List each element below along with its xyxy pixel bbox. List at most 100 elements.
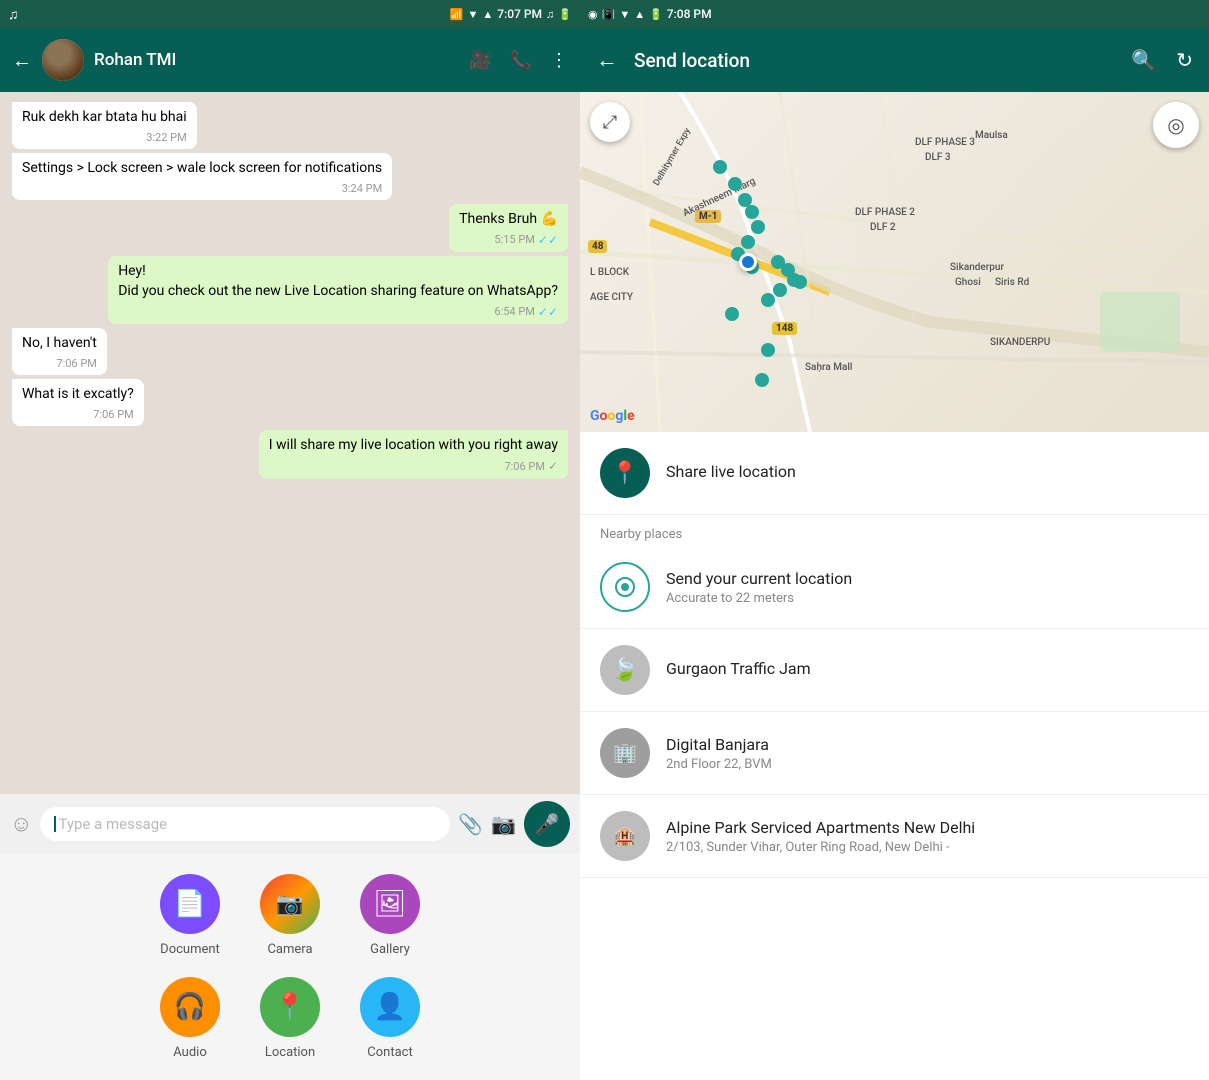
location-back-button[interactable]: ← xyxy=(596,47,618,73)
place-1-name: Gurgaon Traffic Jam xyxy=(666,659,1189,678)
place-2-name: Digital Banjara xyxy=(666,735,1189,754)
attach-button[interactable]: 📎 xyxy=(458,812,483,836)
attach-row-2: 🎧 Audio 📍 Location 👤 Contact xyxy=(160,977,420,1060)
location-title: Send location xyxy=(634,49,1115,72)
message-3-text: Thenks Bruh 💪 xyxy=(459,211,558,227)
map-label-maulsa: Maulsa xyxy=(975,130,1008,141)
document-icon-circle: 📄 xyxy=(160,874,220,934)
attach-menu: 📄 Document 📷 Camera 🖼 Gallery xyxy=(0,854,580,1080)
message-7-time: 7:06 PM xyxy=(504,459,544,474)
gallery-icon-circle: 🖼 xyxy=(360,874,420,934)
map-marker-6 xyxy=(741,235,755,249)
document-label: Document xyxy=(160,942,220,957)
map-marker-5 xyxy=(751,220,765,234)
message-input[interactable]: Type a message xyxy=(40,807,450,841)
message-4: Hey!Did you check out the new Live Locat… xyxy=(108,256,568,324)
audio-icon-circle: 🎧 xyxy=(160,977,220,1037)
message-6-time: 7:06 PM xyxy=(93,407,133,422)
contact-name[interactable]: Rohan TMI xyxy=(94,50,459,70)
location-search-icon[interactable]: 🔍 xyxy=(1131,48,1156,72)
location-refresh-icon[interactable]: ↻ xyxy=(1176,48,1193,72)
contact-icon-circle: 👤 xyxy=(360,977,420,1037)
message-3-time: 5:15 PM xyxy=(494,232,534,247)
map-label-sikanderpu: SIKANDERPU xyxy=(990,337,1050,348)
right-wifi-icon: ▼ xyxy=(619,8,630,21)
location-label: Location xyxy=(265,1045,315,1060)
road-badge-148: 148 xyxy=(772,322,797,335)
map-label-ghosi: Ghosi xyxy=(955,277,981,288)
chat-back-button[interactable]: ← xyxy=(12,48,32,73)
place-1-item[interactable]: 🍃 Gurgaon Traffic Jam xyxy=(580,629,1209,712)
contact-icon: 👤 xyxy=(374,992,406,1022)
map-label-siris: Siris Rd xyxy=(995,277,1029,288)
attach-row-1: 📄 Document 📷 Camera 🖼 Gallery xyxy=(160,874,420,957)
share-live-location-item[interactable]: 📍 Share live location xyxy=(580,432,1209,515)
attach-contact[interactable]: 👤 Contact xyxy=(360,977,420,1060)
map-marker-13 xyxy=(761,293,775,307)
place-3-icon: 🏨 xyxy=(614,826,636,847)
map-background: DLF PHASE 3 DLF 3 DLF PHASE 2 DLF 2 Sika… xyxy=(580,92,1209,432)
location-icon-circle: 📍 xyxy=(260,977,320,1037)
emoji-button[interactable]: ☺ xyxy=(10,811,32,837)
place-1-icon-circle: 🍃 xyxy=(600,645,650,695)
chat-messages: Ruk dekh kar btata hu bhai 3:22 PM Setti… xyxy=(0,92,580,794)
camera-label: Camera xyxy=(267,942,312,957)
message-2-time: 3:24 PM xyxy=(342,181,382,196)
place-3-name: Alpine Park Serviced Apartments New Delh… xyxy=(666,818,1189,837)
camera-input-button[interactable]: 📷 xyxy=(491,812,516,836)
map-marker-12 xyxy=(773,283,787,297)
map-label-dlf2-num: DLF 2 xyxy=(870,222,896,233)
message-1: Ruk dekh kar btata hu bhai 3:22 PM xyxy=(12,102,197,149)
map-marker-16 xyxy=(755,373,769,387)
attach-audio[interactable]: 🎧 Audio xyxy=(160,977,220,1060)
place-2-item[interactable]: 🏢 Digital Banjara 2nd Floor 22, BVM xyxy=(580,712,1209,795)
current-location-icon xyxy=(600,562,650,612)
place-3-sub: 2/103, Sunder Vihar, Outer Ring Road, Ne… xyxy=(666,840,1189,855)
location-header: ← Send location 🔍 ↻ xyxy=(580,28,1209,92)
message-1-time: 3:22 PM xyxy=(146,130,186,145)
map-marker-17 xyxy=(793,275,807,289)
message-5: No, I haven't 7:06 PM xyxy=(12,328,107,375)
right-signal-icon: ▲ xyxy=(634,8,645,21)
map-label-sahara: Saḥra Mall xyxy=(805,362,852,373)
share-live-text: Share live location xyxy=(666,462,1189,484)
nearby-section-label: Nearby places xyxy=(580,515,1209,546)
map-label-dlf2: DLF PHASE 2 xyxy=(855,207,915,218)
attach-gallery[interactable]: 🖼 Gallery xyxy=(360,874,420,957)
message-4-text: Hey!Did you check out the new Live Locat… xyxy=(118,263,558,299)
attach-location[interactable]: 📍 Location xyxy=(260,977,320,1060)
attach-document[interactable]: 📄 Document xyxy=(160,874,220,957)
place-2-icon-circle: 🏢 xyxy=(600,728,650,778)
mic-button[interactable]: 🎤 xyxy=(524,801,570,847)
map-expand-button[interactable]: ⤢ xyxy=(590,102,630,142)
chat-header: ← Rohan TMI 🎥 📞 ⋮ xyxy=(0,28,580,92)
phone-call-icon[interactable]: 📞 xyxy=(510,50,532,71)
map-marker-15 xyxy=(761,343,775,357)
left-signal-icon: 📶 xyxy=(450,8,464,21)
map-label-dlf3-num: DLF 3 xyxy=(925,152,951,163)
message-6-text: What is it excatly? xyxy=(22,386,134,402)
place-1-text: Gurgaon Traffic Jam xyxy=(666,659,1189,681)
message-6: What is it excatly? 7:06 PM xyxy=(12,379,144,426)
map-marker-14 xyxy=(725,307,739,321)
message-2-text: Settings > Lock screen > wale lock scree… xyxy=(22,160,382,176)
video-call-icon[interactable]: 🎥 xyxy=(469,50,491,71)
message-4-time: 6:54 PM xyxy=(494,304,534,319)
menu-icon[interactable]: ⋮ xyxy=(550,50,568,71)
place-3-item[interactable]: 🏨 Alpine Park Serviced Apartments New De… xyxy=(580,795,1209,878)
share-live-icon: 📍 xyxy=(611,461,638,486)
share-live-name: Share live location xyxy=(666,462,1189,481)
place-2-icon: 🏢 xyxy=(613,741,638,765)
message-1-text: Ruk dekh kar btata hu bhai xyxy=(22,109,187,125)
current-location-item[interactable]: Send your current location Accurate to 2… xyxy=(580,546,1209,629)
map-label-dlf3: DLF PHASE 3 xyxy=(915,137,975,148)
attach-camera[interactable]: 📷 Camera xyxy=(260,874,320,957)
map-locate-button[interactable]: ◎ xyxy=(1153,102,1199,148)
chat-panel: ← Rohan TMI 🎥 📞 ⋮ Ruk dekh kar btata hu … xyxy=(0,28,580,1080)
map-label-l-block: L BLOCK xyxy=(590,267,629,278)
current-location-text: Send your current location Accurate to 2… xyxy=(666,569,1189,606)
road-badge-m1: M-1 xyxy=(695,210,721,223)
main-container: ← Rohan TMI 🎥 📞 ⋮ Ruk dekh kar btata hu … xyxy=(0,0,1209,1080)
location-panel: ← Send location 🔍 ↻ xyxy=(580,28,1209,1080)
map-marker-1 xyxy=(713,160,727,174)
